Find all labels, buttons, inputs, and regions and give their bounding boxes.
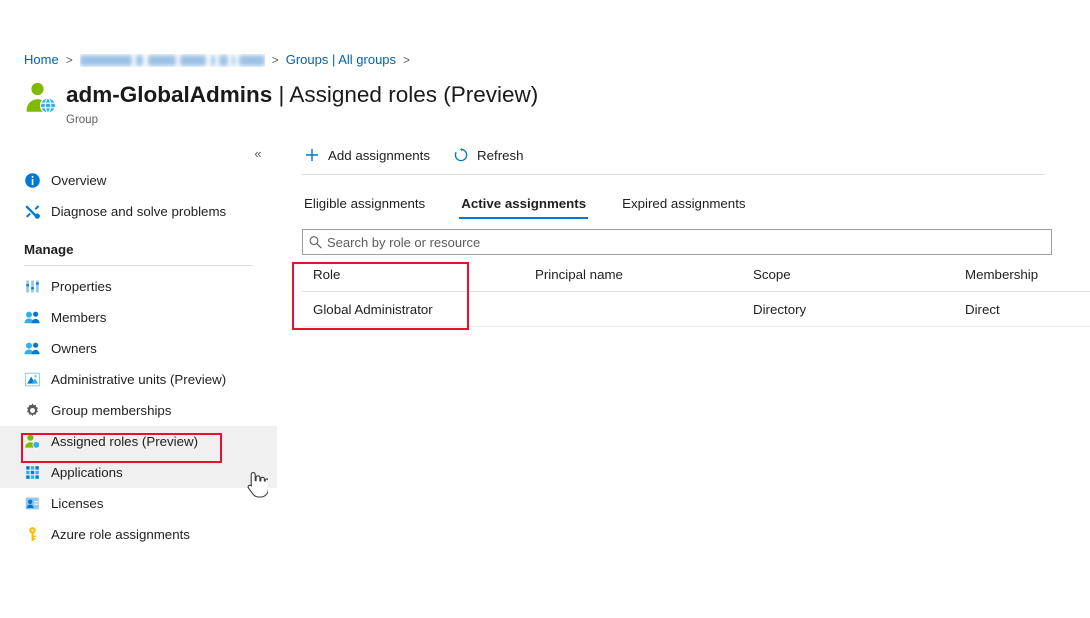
page-title-main: adm-GlobalAdmins [66,82,273,107]
people-icon [24,340,41,357]
column-header-role[interactable]: Role [302,258,524,292]
breadcrumb-separator: > [65,53,73,67]
column-header-principal-name[interactable]: Principal name [524,258,742,292]
breadcrumb: Home > > Groups | All groups > [24,51,417,69]
sidebar: « Overview Diagnose and solve problems M… [0,136,277,618]
page-title-rest: | Assigned roles (Preview) [272,82,539,107]
add-assignments-button[interactable]: Add assignments [301,140,440,170]
key-icon [24,526,41,543]
page-title-row: adm-GlobalAdmins | Assigned roles (Previ… [24,80,538,128]
sidebar-item-label: Applications [51,465,123,480]
search-input[interactable] [327,234,1051,250]
sidebar-item-label: Members [51,310,107,325]
sidebar-item-label: Properties [51,279,112,294]
breadcrumb-item-groups[interactable]: Groups | All groups [286,51,396,69]
tab-expired-assignments[interactable]: Expired assignments [620,196,747,219]
wrench-cross-icon [24,203,41,220]
sidebar-item-applications[interactable]: Applications [0,457,277,488]
sidebar-item-owners[interactable]: Owners [0,333,277,364]
group-user-icon [24,80,58,116]
sidebar-item-properties[interactable]: Properties [0,271,277,302]
page-subtitle: Group [66,114,98,126]
building-icon [24,371,41,388]
gear-icon [24,402,41,419]
grid-apps-icon [24,464,41,481]
sidebar-item-licenses[interactable]: Licenses [0,488,277,519]
assigned-roles-icon [24,433,41,450]
sidebar-item-label: Group memberships [51,403,172,418]
sidebar-item-overview[interactable]: Overview [0,165,277,196]
sidebar-item-label: Overview [51,173,107,188]
table-header-row: Role Principal name Scope Membership [302,258,1090,292]
refresh-label: Refresh [477,147,524,163]
cell-principal-name [524,291,742,327]
refresh-button[interactable]: Refresh [450,140,534,170]
sidebar-item-members[interactable]: Members [0,302,277,333]
column-header-scope[interactable]: Scope [742,258,954,292]
sidebar-item-assigned-roles[interactable]: Assigned roles (Preview) [0,426,277,457]
search-icon [303,235,327,249]
sliders-icon [24,278,41,295]
sidebar-item-label: Owners [51,341,97,356]
main-content: Add assignments Refresh Eligible assignm… [293,136,1090,618]
command-bar: Add assignments Refresh [293,136,1090,174]
search-box[interactable] [302,229,1052,255]
license-person-icon [24,495,41,512]
breadcrumb-item-home[interactable]: Home [24,51,59,69]
breadcrumb-item-redacted[interactable] [79,54,265,67]
sidebar-item-administrative-units[interactable]: Administrative units (Preview) [0,364,277,395]
people-icon [24,309,41,326]
table-row[interactable]: Global Administrator Directory Direct [302,291,1090,327]
command-bar-divider [302,174,1045,175]
column-header-membership[interactable]: Membership [954,258,1090,292]
sidebar-item-label: Azure role assignments [51,527,190,542]
sidebar-divider [24,265,253,266]
tab-eligible-assignments[interactable]: Eligible assignments [302,196,427,219]
tab-active-assignments[interactable]: Active assignments [459,196,589,219]
sidebar-item-label: Assigned roles (Preview) [51,434,199,449]
sidebar-item-diagnose[interactable]: Diagnose and solve problems [0,196,277,227]
sidebar-section-manage: Manage [24,242,74,257]
cell-membership: Direct [954,291,1090,327]
page-title: adm-GlobalAdmins | Assigned roles (Previ… [66,81,538,108]
tab-list: Eligible assignments Active assignments … [293,179,1090,219]
breadcrumb-separator-2: > [271,53,279,67]
sidebar-item-label: Diagnose and solve problems [51,204,227,219]
breadcrumb-separator-3: > [403,53,411,67]
plus-icon [303,146,321,164]
info-circle-icon [24,172,41,189]
refresh-icon [452,146,470,164]
sidebar-item-group-memberships[interactable]: Group memberships [0,395,277,426]
cell-scope: Directory [742,291,954,327]
add-assignments-label: Add assignments [328,147,430,163]
sidebar-item-label: Administrative units (Preview) [51,372,227,387]
assignments-table: Role Principal name Scope Membership Glo… [302,258,1090,327]
collapse-sidebar-chevron-icon[interactable]: « [245,142,271,164]
cell-role: Global Administrator [302,291,524,327]
sidebar-item-azure-role-assignments[interactable]: Azure role assignments [0,519,277,550]
sidebar-nav-list: Overview Diagnose and solve problems Man… [0,165,277,550]
sidebar-item-label: Licenses [51,496,104,511]
